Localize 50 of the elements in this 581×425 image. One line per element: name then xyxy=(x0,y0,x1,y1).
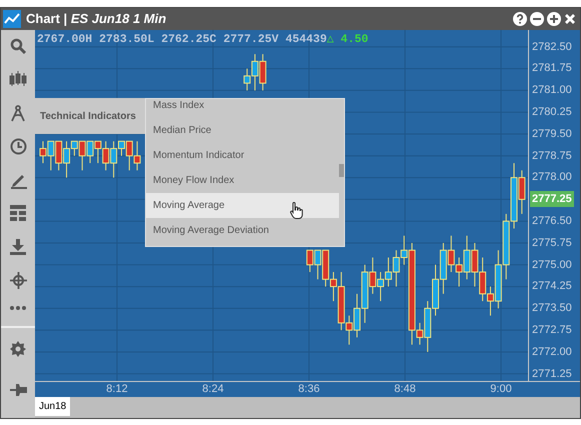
price-label: 2773.50 xyxy=(532,301,572,316)
time-label: 9:00 xyxy=(490,382,512,397)
clock-icon[interactable] xyxy=(10,138,26,155)
maximize-icon[interactable] xyxy=(547,12,561,26)
minimize-icon[interactable] xyxy=(530,12,544,26)
gear-icon[interactable] xyxy=(10,341,26,357)
price-change: △ 4.50 xyxy=(326,32,368,48)
pin-icon[interactable] xyxy=(10,383,26,397)
window-title: Chart | ES Jun18 1 Min xyxy=(26,10,166,28)
time-label: 8:36 xyxy=(298,382,320,397)
ohlc-quote: 2767.00H 2783.50L 2762.25C 2777.25V 454439 xyxy=(37,32,327,48)
price-label: 2779.50 xyxy=(532,126,572,142)
hand-cursor-icon xyxy=(290,202,303,219)
price-label: 2775.75 xyxy=(532,236,572,251)
price-label: 2771.25 xyxy=(532,366,572,382)
date-tab[interactable]: Jun18 xyxy=(35,397,70,416)
time-label: 8:48 xyxy=(394,382,416,397)
menu-item[interactable]: Momentum Indicator xyxy=(146,143,339,168)
scrollbar-thumb[interactable] xyxy=(339,164,344,177)
close-icon[interactable] xyxy=(564,13,576,25)
menu-item[interactable]: Money Flow Index xyxy=(146,168,339,193)
price-label: 2781.75 xyxy=(532,61,572,76)
download-icon[interactable] xyxy=(10,239,26,255)
price-label: 2778.75 xyxy=(532,148,572,164)
compass-icon[interactable] xyxy=(10,104,26,122)
time-label: 8:12 xyxy=(106,382,128,397)
price-label: 2781.00 xyxy=(532,83,572,98)
price-label: 2772.75 xyxy=(532,323,572,338)
menu-item[interactable]: Median Price xyxy=(146,118,339,143)
price-label: 2776.50 xyxy=(532,214,572,230)
search-icon[interactable] xyxy=(10,38,26,54)
more-icon[interactable] xyxy=(10,306,26,310)
menu-item[interactable]: Moving Average Deviation xyxy=(146,218,339,243)
pencil-icon[interactable] xyxy=(10,172,26,189)
price-label: 2782.50 xyxy=(532,40,572,55)
line-chart-icon xyxy=(3,10,21,28)
price-label: 2780.25 xyxy=(532,105,572,120)
crosshair-icon[interactable] xyxy=(10,272,26,289)
price-label: 2778.00 xyxy=(532,170,572,186)
menu-category[interactable]: Technical Indicators xyxy=(35,98,145,134)
price-label: 2774.25 xyxy=(532,279,572,294)
help-icon[interactable] xyxy=(513,12,527,26)
candlestick-icon[interactable] xyxy=(9,71,27,87)
current-price-tag: 2777.25 xyxy=(530,191,574,208)
menu-item[interactable]: Mass Index xyxy=(146,99,339,118)
menu-item[interactable]: Moving Average xyxy=(146,193,339,218)
price-label: 2775.00 xyxy=(532,258,572,273)
grid-icon[interactable] xyxy=(10,205,26,221)
price-label: 2772.00 xyxy=(532,344,572,360)
time-label: 8:24 xyxy=(202,382,224,397)
